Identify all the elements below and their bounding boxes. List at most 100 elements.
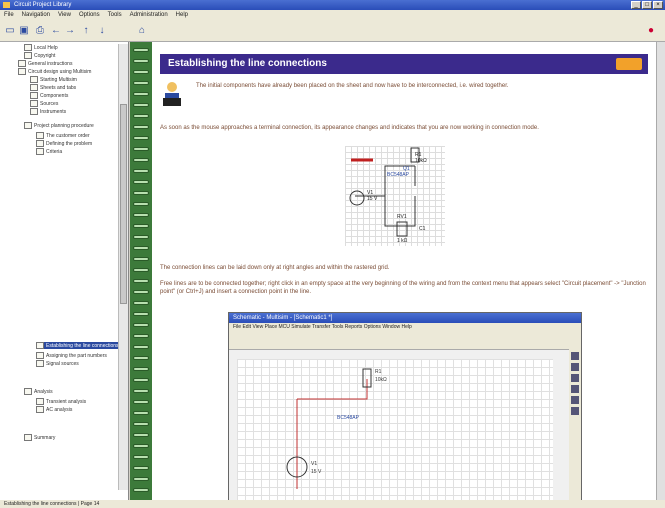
- menu-help[interactable]: Help: [176, 10, 188, 20]
- instructor-icon: [163, 82, 181, 106]
- screenshot-label-10k: 10kΩ: [375, 377, 387, 383]
- instrument-icon: [571, 396, 579, 404]
- minimize-button[interactable]: _: [631, 1, 641, 9]
- tree-item[interactable]: General instructions: [18, 60, 72, 67]
- page-header: Establishing the line connections: [160, 54, 648, 74]
- tree-item[interactable]: Signal sources: [36, 360, 79, 367]
- window-controls: _ □ ×: [631, 1, 663, 9]
- menu-administration[interactable]: Administration: [130, 10, 168, 20]
- screenshot-label-r1: R1: [375, 369, 382, 375]
- spiral-ring: [133, 422, 149, 426]
- spiral-ring: [133, 235, 149, 239]
- instrument-icon: [571, 407, 579, 415]
- circuit-schematic: R1 10kΩ BC548AP Q1 V1 15 V RV1 C1 1 kΩ: [349, 147, 427, 244]
- spiral-ring: [133, 356, 149, 360]
- tree-item[interactable]: Project planning procedure: [24, 122, 94, 129]
- tree-item[interactable]: Assigning the part numbers: [36, 352, 107, 359]
- tree-item[interactable]: Analysis: [24, 388, 53, 395]
- spiral-ring: [133, 433, 149, 437]
- label-bc548: BC548AP: [387, 172, 410, 178]
- exit-icon[interactable]: ●: [645, 25, 657, 37]
- label-q1: Q1: [403, 166, 410, 172]
- close-button[interactable]: ×: [653, 1, 663, 9]
- screenshot-titlebar: Schematic - Multisim - [Schematic1 *]: [229, 313, 581, 323]
- menu-tools[interactable]: Tools: [108, 10, 122, 20]
- screenshot-schematic-grid: R1 10kΩ BC548AP V1 15 V: [237, 359, 553, 500]
- screenshot-label-15v: 15 V: [311, 469, 322, 475]
- tree-item[interactable]: Defining the problem: [36, 140, 92, 147]
- window-titlebar: Circuit Project Library _ □ ×: [0, 0, 665, 10]
- tree-item[interactable]: Criteria: [36, 148, 62, 155]
- tree-item[interactable]: Copyright: [24, 52, 55, 59]
- spiral-ring: [133, 279, 149, 283]
- intro-text: The initial components have already been…: [196, 83, 509, 89]
- forward-icon[interactable]: →: [64, 25, 76, 37]
- content-scrollbar[interactable]: [656, 42, 665, 500]
- spiral-ring: [133, 466, 149, 470]
- spiral-ring: [133, 180, 149, 184]
- screenshot-menubar: File Edit View Place MCU Simulate Transf…: [229, 323, 581, 331]
- menu-navigation[interactable]: Navigation: [22, 10, 50, 20]
- spiral-ring: [133, 411, 149, 415]
- spiral-ring: [133, 246, 149, 250]
- spiral-ring: [133, 268, 149, 272]
- instrument-icon: [571, 363, 579, 371]
- spiral-ring: [133, 312, 149, 316]
- up-icon[interactable]: ↑: [80, 25, 92, 37]
- label-rv1: RV1: [397, 214, 407, 220]
- screenshot-circuit: R1 10kΩ BC548AP V1 15 V: [286, 368, 387, 489]
- tree-item[interactable]: Instruments: [30, 108, 66, 115]
- spiral-ring: [133, 488, 149, 492]
- spiral-ring: [133, 136, 149, 140]
- screenshot-label-v1: V1: [311, 461, 317, 467]
- spiral-ring: [133, 158, 149, 162]
- home-icon[interactable]: ⌂: [136, 25, 148, 37]
- spiral-ring: [133, 444, 149, 448]
- spiral-ring: [133, 114, 149, 118]
- menu-file[interactable]: File: [4, 10, 14, 20]
- tree-item[interactable]: Sheets and tabs: [30, 84, 76, 91]
- tree-item[interactable]: AC analysis: [36, 406, 72, 413]
- menu-options[interactable]: Options: [79, 10, 100, 20]
- tree-item[interactable]: Local Help: [24, 44, 58, 51]
- open-icon[interactable]: ▭: [4, 25, 16, 37]
- label-c1: C1: [419, 226, 426, 232]
- menu-bar: File Navigation View Options Tools Admin…: [0, 10, 665, 20]
- label-1k: 1 kΩ: [397, 238, 408, 244]
- app-icon: [3, 2, 10, 8]
- spiral-ring: [133, 224, 149, 228]
- save-icon[interactable]: ▣: [18, 25, 30, 37]
- print-icon[interactable]: ⎙: [34, 25, 46, 37]
- spiral-ring: [133, 290, 149, 294]
- spiral-ring: [133, 257, 149, 261]
- tree-item[interactable]: The customer order: [36, 132, 90, 139]
- down-icon[interactable]: ↓: [96, 25, 108, 37]
- screenshot-toolbar: [229, 331, 581, 350]
- tree-item[interactable]: Transient analysis: [36, 398, 86, 405]
- multisim-screenshot: Schematic - Multisim - [Schematic1 *] Fi…: [228, 312, 582, 500]
- paragraph-3: Free lines are to be connected together;…: [160, 281, 646, 295]
- instrument-icon: [571, 352, 579, 360]
- spiral-ring: [133, 455, 149, 459]
- tree-item[interactable]: Summary: [24, 434, 55, 441]
- paragraph-2: The connection lines can be laid down on…: [160, 265, 390, 271]
- tree-item[interactable]: Circuit design using Multisim: [18, 68, 91, 75]
- page-title: Establishing the line connections: [168, 58, 327, 69]
- maximize-button[interactable]: □: [642, 1, 652, 9]
- spiral-ring: [133, 103, 149, 107]
- tree-item[interactable]: Components: [30, 92, 68, 99]
- status-bar: Establishing the line connections | Page…: [0, 500, 665, 508]
- spiral-ring: [133, 92, 149, 96]
- navigation-tree: Local Help Copyright General instruction…: [0, 42, 129, 500]
- tree-scrollbar[interactable]: [118, 44, 128, 490]
- back-icon[interactable]: ←: [50, 25, 62, 37]
- tree-item[interactable]: Starting Multisim: [30, 76, 77, 83]
- spiral-ring: [133, 323, 149, 327]
- menu-view[interactable]: View: [58, 10, 71, 20]
- tree-item[interactable]: Sources: [30, 100, 58, 107]
- screenshot-label-q1: BC548AP: [337, 415, 360, 421]
- tree-scrollbar-thumb[interactable]: [120, 104, 127, 304]
- spiral-ring: [133, 301, 149, 305]
- tree-item-selected[interactable]: Establishing the line connections: [36, 342, 119, 349]
- notebook-spiral: [130, 42, 152, 500]
